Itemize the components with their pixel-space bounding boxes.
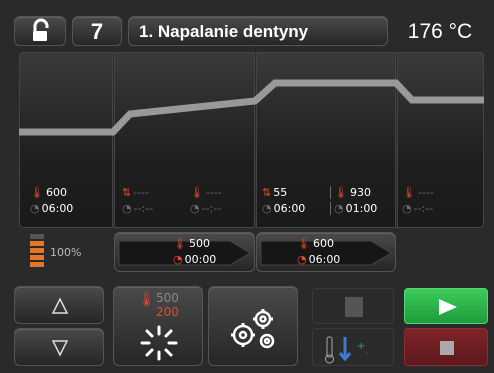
thermometer-icon: 🌡︎: [402, 186, 416, 199]
power-indicator: 100%: [20, 232, 100, 272]
clock-icon: ◔: [122, 202, 132, 215]
stop-icon: [440, 341, 454, 355]
preset-2-time: 06:00: [308, 253, 341, 266]
thermometer-icon: 🌡︎: [297, 237, 311, 250]
loading-sunburst-icon: [140, 325, 178, 361]
stage4-time: ◔ --:--: [402, 202, 434, 215]
furnace-lift-button[interactable]: [312, 288, 394, 324]
cooling-button[interactable]: + ·: [312, 328, 394, 366]
stage4-temp: 🌡︎ ----: [402, 186, 434, 199]
thermometer-icon: 🌡︎: [30, 186, 44, 199]
clock-icon: ◔: [30, 202, 40, 215]
settings-button[interactable]: [208, 286, 298, 366]
thermometer-icon: 🌡︎: [138, 291, 156, 307]
move-down-button[interactable]: [14, 328, 104, 366]
setpoint-bottom: 200: [156, 305, 179, 319]
stage2-time: ◔ --:--: [122, 202, 154, 215]
thermometer-icon: 🌡︎: [190, 186, 204, 199]
gears-icon: [231, 309, 275, 349]
furnace-icon: [345, 297, 363, 317]
stage3-temp: 🌡︎ 930: [330, 186, 371, 199]
clock-icon: ◔: [334, 202, 344, 215]
stage2-hold-time: ◔ --:--: [190, 202, 222, 215]
temperature-setpoint-button[interactable]: 🌡︎ 500 200: [113, 286, 203, 366]
triangle-down-icon: [51, 340, 69, 357]
svg-text:·: ·: [365, 349, 368, 360]
stage3-hold-time: ◔ 01:00: [330, 202, 377, 215]
stage2-rate: ⇅ ----: [122, 186, 150, 199]
preset-1-temp: 500: [188, 237, 210, 250]
thermometer-icon: 🌡︎: [173, 237, 187, 250]
clock-icon: ◔: [297, 253, 307, 266]
stage3-rate: ⇅ 55: [262, 186, 288, 199]
clock-icon: ◔: [173, 253, 183, 266]
stage1-time: ◔ 06:00: [30, 202, 74, 215]
clock-icon: ◔: [402, 202, 412, 215]
preset-2-temp: 600: [312, 237, 334, 250]
move-up-button[interactable]: [14, 286, 104, 324]
temperature-cooling-icon: + ·: [325, 336, 368, 364]
triangle-up-icon: [51, 297, 69, 314]
stop-button[interactable]: [404, 328, 488, 366]
stage3-time: ◔ 06:00: [262, 202, 306, 215]
play-icon: [439, 299, 457, 315]
rate-icon: ⇅: [122, 186, 132, 199]
start-button[interactable]: [404, 288, 488, 324]
clock-icon: ◔: [190, 202, 200, 215]
setpoint-top: 500: [156, 291, 179, 305]
preset-2[interactable]: 🌡︎ 600 ◔ 06:00: [256, 232, 396, 272]
power-level-bars: [30, 234, 44, 270]
power-percent: 100%: [50, 246, 82, 259]
preset-1-time: 00:00: [184, 253, 217, 266]
preset-1[interactable]: 🌡︎ 500 ◔ 00:00: [114, 232, 255, 272]
clock-icon: ◔: [262, 202, 272, 215]
stage1-temp: 🌡︎ 600: [30, 186, 67, 199]
thermometer-icon: 🌡︎: [334, 186, 348, 199]
rate-icon: ⇅: [262, 186, 272, 199]
stage2-temp: 🌡︎ ----: [190, 186, 222, 199]
